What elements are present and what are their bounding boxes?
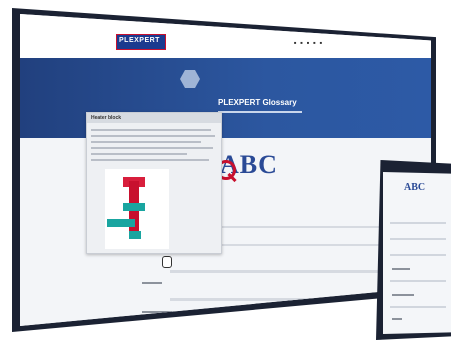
mouse-cursor-icon: [162, 256, 172, 268]
tablet-label: [392, 268, 410, 270]
field-label: [142, 282, 162, 284]
popup-text-line: [91, 153, 187, 155]
tablet-label: [392, 318, 402, 320]
tablet-label: [392, 294, 414, 296]
part-band-shape: [123, 203, 145, 211]
abc-logo: ABC: [216, 150, 278, 183]
utility-link[interactable]: ■: [300, 40, 302, 45]
popup-title: Heater block: [91, 115, 122, 121]
tablet-row[interactable]: [390, 280, 446, 282]
tablet-row[interactable]: [390, 222, 446, 224]
utility-link[interactable]: ■: [320, 40, 322, 45]
subtitle-line: [218, 111, 302, 113]
tablet-abc-heading: ABC: [404, 182, 426, 193]
tablet-row[interactable]: [390, 306, 446, 308]
desktop-screen: PLEXPERT ■ ■ ■ ■ ■ ▬ ▬ ▬ PLEXPERT Glossa…: [20, 14, 431, 326]
page-title: PLEXPERT Glossary: [218, 98, 297, 107]
hot-runner-nozzle-image: [105, 169, 169, 249]
utility-links: ■ ■ ■ ■ ■: [294, 40, 322, 45]
part-arm-shape: [107, 219, 135, 227]
utility-link[interactable]: ■: [307, 40, 309, 45]
popup-text-line: [91, 141, 201, 143]
part-tip-shape: [129, 231, 141, 239]
popup-text-line: [91, 135, 215, 137]
utility-link[interactable]: ■: [294, 40, 296, 45]
popup-text-line: [91, 159, 209, 161]
logo-text: PLEXPERT: [119, 37, 160, 44]
popup-card: Heater block: [86, 112, 222, 254]
popup-text-line: [91, 129, 211, 131]
popup-text-line: [91, 147, 213, 149]
utility-link[interactable]: ■: [313, 40, 315, 45]
page-subtitle: [218, 110, 302, 116]
search-field-1[interactable]: [170, 270, 410, 273]
popup-header: Heater block: [87, 113, 221, 123]
site-logo[interactable]: PLEXPERT: [116, 34, 166, 50]
tablet-row[interactable]: [390, 254, 446, 256]
tablet-screen: [383, 172, 451, 334]
tablet-row[interactable]: [390, 238, 446, 240]
